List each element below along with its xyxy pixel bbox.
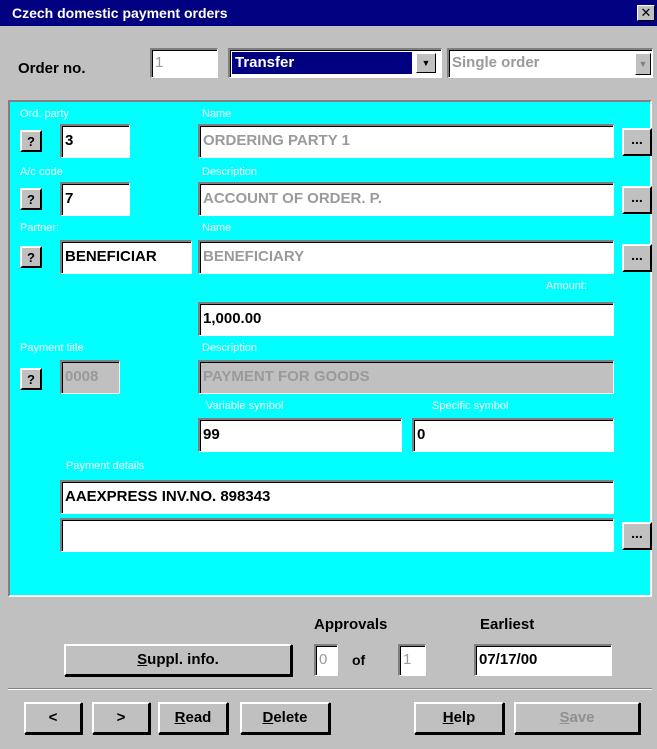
help-accel: H (442, 709, 454, 726)
ord-party-name-label: Name (202, 108, 232, 120)
approvals-count-field[interactable]: 0 (314, 644, 338, 676)
ord-party-lookup-button[interactable]: ? (20, 130, 42, 152)
payment-details-browse-button[interactable]: ... (622, 522, 652, 550)
partner-lookup-button[interactable]: ? (20, 246, 42, 268)
approvals-of-label: of (352, 652, 366, 668)
close-icon[interactable]: ✕ (637, 5, 655, 21)
variable-symbol-label: Variable symbol (206, 400, 284, 412)
ac-code-field[interactable]: 7 (60, 182, 130, 216)
delete-button[interactable]: Delete (240, 702, 330, 734)
chevron-down-icon[interactable]: ▼ (416, 53, 436, 73)
partner-name-field[interactable]: BENEFICIARY (198, 240, 614, 274)
amount-field[interactable]: 1,000.00 (198, 302, 614, 336)
ord-party-code-field[interactable]: 3 (60, 124, 130, 158)
partner-name-label: Name (202, 222, 232, 234)
payment-title-desc-label: Description (202, 342, 258, 354)
order-kind-select[interactable]: Single order ▼ (447, 48, 653, 78)
ord-party-label: Ord. party (20, 108, 69, 120)
partner-code-field[interactable]: BENEFICIAR (60, 240, 192, 274)
toolbar-separator (8, 688, 652, 690)
earliest-label: Earliest (480, 616, 535, 633)
save-label: ave (569, 709, 595, 726)
variable-symbol-field[interactable]: 99 (198, 418, 402, 452)
order-kind-value: Single order (452, 54, 540, 71)
help-label: elp (453, 709, 476, 726)
payment-title-desc-field[interactable]: PAYMENT FOR GOODS (198, 360, 614, 394)
partner-browse-button[interactable]: ... (622, 244, 652, 272)
ac-code-lookup-button[interactable]: ? (20, 188, 42, 210)
order-no-field[interactable]: 1 (150, 48, 218, 78)
ac-desc-field[interactable]: ACCOUNT OF ORDER. P. (198, 182, 614, 216)
ac-desc-label: Description (202, 166, 258, 178)
payment-title-code-field[interactable]: 0008 (60, 360, 120, 394)
approvals-total-field[interactable]: 1 (398, 644, 426, 676)
read-button[interactable]: Read (158, 702, 228, 734)
order-detail-panel: Ord. party Name ? 3 ORDERING PARTY 1 ...… (8, 100, 652, 597)
delete-label: elete (273, 709, 308, 726)
payment-orders-window: Czech domestic payment orders ✕ Order no… (0, 0, 657, 749)
chevron-down-icon[interactable]: ▼ (635, 53, 651, 75)
title-bar: Czech domestic payment orders ✕ (0, 0, 657, 26)
ord-party-browse-button[interactable]: ... (622, 128, 652, 156)
payment-details-label: Payment details (66, 460, 145, 472)
window-title: Czech domestic payment orders (12, 5, 228, 21)
ord-party-name-field[interactable]: ORDERING PARTY 1 (198, 124, 614, 158)
payment-title-lookup-button[interactable]: ? (20, 368, 42, 390)
suppl-info-button[interactable]: Suppl. info. (64, 644, 292, 676)
amount-label: Amount: (546, 280, 587, 292)
order-type-select[interactable]: Transfer ▼ (228, 48, 442, 78)
next-button[interactable]: > (92, 702, 150, 734)
payment-details-line2[interactable] (60, 518, 614, 552)
earliest-date-field[interactable]: 07/17/00 (474, 644, 612, 676)
specific-symbol-label: Specific symbol (432, 400, 509, 412)
ac-browse-button[interactable]: ... (622, 186, 652, 214)
read-accel: R (174, 709, 186, 726)
specific-symbol-field[interactable]: 0 (412, 418, 614, 452)
approvals-label: Approvals (314, 616, 388, 633)
partner-label: Partner: (20, 222, 60, 234)
save-accel: S (559, 709, 570, 726)
ac-code-label: A/c code (20, 166, 63, 178)
read-label: ead (185, 709, 212, 726)
delete-accel: D (262, 709, 274, 726)
previous-button[interactable]: < (24, 702, 82, 734)
order-type-value: Transfer (232, 52, 412, 74)
suppl-info-accel: S (137, 651, 148, 668)
suppl-info-label: uppl. info. (147, 651, 219, 668)
order-no-label: Order no. (18, 60, 86, 77)
payment-details-line1[interactable]: AAEXPRESS INV.NO. 898343 (60, 480, 614, 514)
help-button[interactable]: Help (414, 702, 504, 734)
save-button[interactable]: Save (514, 702, 640, 734)
payment-title-label: Payment title (20, 342, 84, 354)
